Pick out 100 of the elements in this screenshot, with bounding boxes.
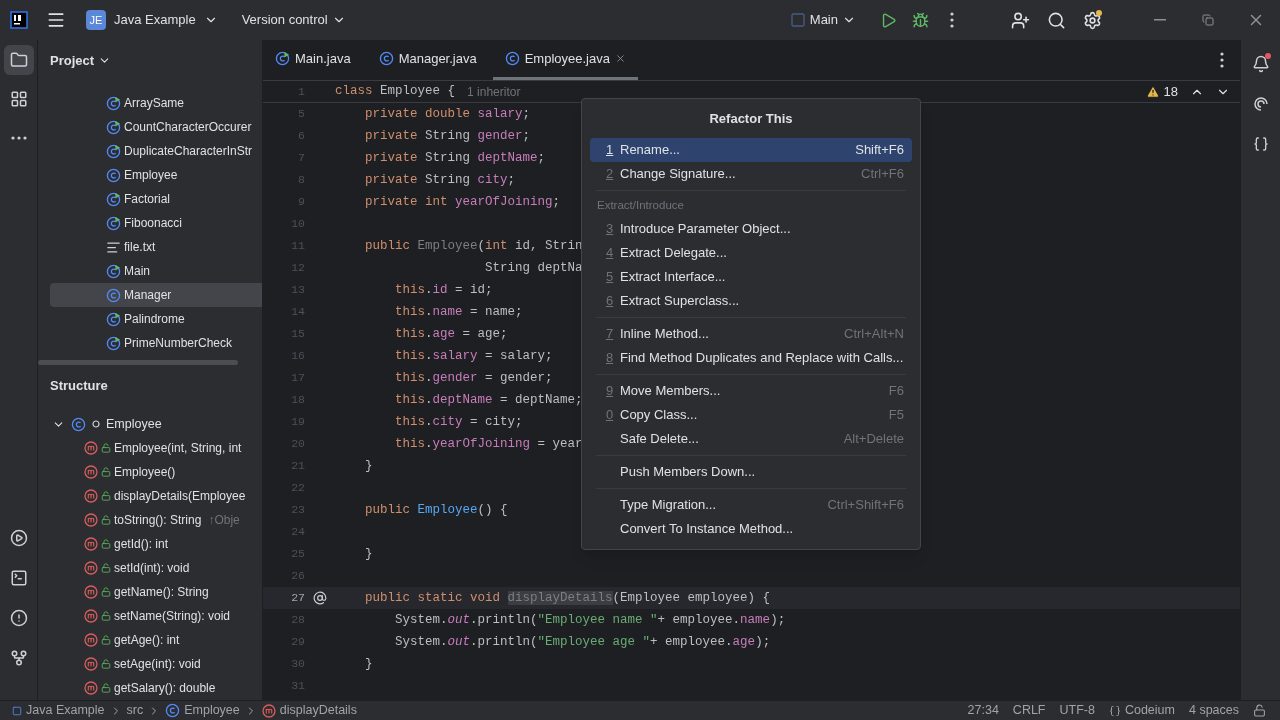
more-icon xyxy=(10,136,27,140)
bug-icon xyxy=(911,11,929,29)
lock-icon[interactable] xyxy=(1253,704,1266,717)
warning-icon[interactable] xyxy=(1145,85,1160,99)
vcs-selector[interactable]: Version control xyxy=(241,10,346,30)
popup-menu-item[interactable]: 7 Inline Method... Ctrl+Alt+N xyxy=(590,322,912,346)
popup-group-header: Extract/Introduce xyxy=(596,198,685,214)
git-icon[interactable] xyxy=(9,649,28,667)
run-icon[interactable] xyxy=(9,529,28,547)
structure-tree-item[interactable]: Employee(int, String, int xyxy=(38,436,262,460)
class-icon xyxy=(106,287,121,303)
breadcrumb[interactable]: src xyxy=(126,701,144,720)
tool-window-button[interactable] xyxy=(3,45,34,75)
code-line: System.out.println("Employee name "+ employee.name); xyxy=(394,611,786,629)
class-icon xyxy=(378,51,394,66)
horizontal-scrollbar[interactable] xyxy=(38,360,238,366)
project-tree-item[interactable]: file.txt xyxy=(50,235,262,259)
status-item[interactable]: 4 spaces xyxy=(1188,701,1239,720)
structure-tree-item[interactable]: toString(): String ↑Obje xyxy=(38,508,262,532)
popup-menu-item[interactable]: Safe Delete... Alt+Delete xyxy=(590,427,912,451)
status-item[interactable]: CRLF xyxy=(1012,701,1046,720)
structure-tree-item[interactable]: setName(String): void xyxy=(38,604,262,628)
public-icon xyxy=(101,443,111,453)
breadcrumb[interactable]: Java Example xyxy=(12,701,105,720)
module-icon xyxy=(12,705,22,716)
structure-tree-item[interactable]: setId(int): void xyxy=(38,556,262,580)
inlay-hint[interactable]: 1 inheritor xyxy=(467,82,521,101)
project-tree-item[interactable]: Main xyxy=(50,259,262,283)
vcs-label: Version control xyxy=(241,11,328,30)
popup-menu-item[interactable]: 1 Rename... Shift+F6 xyxy=(590,138,912,162)
public-icon xyxy=(101,635,111,645)
popup-menu-item[interactable]: 5 Extract Interface... xyxy=(590,265,912,289)
problems-icon[interactable] xyxy=(9,609,28,627)
editor-tab[interactable]: Main.java xyxy=(263,40,363,80)
code-line: this.id = id; xyxy=(394,281,493,299)
code-line: private double salary; xyxy=(364,105,531,123)
popup-menu-item[interactable]: 8 Find Method Duplicates and Replace with Calls... xyxy=(590,346,912,370)
status-item[interactable]: UTF-8 xyxy=(1059,701,1095,720)
method-icon xyxy=(84,633,98,647)
structure-root-item[interactable]: Employee xyxy=(38,412,262,436)
project-tree-item[interactable]: Manager xyxy=(50,283,262,307)
popup-menu-item[interactable]: Convert To Instance Method... xyxy=(590,517,912,541)
braces-icon[interactable] xyxy=(1252,136,1269,152)
public-icon xyxy=(101,611,111,621)
project-tree-item[interactable]: Palindrome xyxy=(50,307,262,331)
public-icon xyxy=(101,563,111,573)
popup-menu-item[interactable]: 2 Change Signature... Ctrl+F6 xyxy=(590,162,912,186)
popup-menu-item[interactable]: 9 Move Members... F6 xyxy=(590,379,912,403)
status-item[interactable]: 27:34 xyxy=(967,701,999,720)
project-tree-item[interactable]: Employee xyxy=(50,163,262,187)
app-logo[interactable] xyxy=(10,11,28,29)
swirl-icon[interactable] xyxy=(1251,95,1270,113)
popup-menu-item[interactable]: Push Members Down... xyxy=(590,460,912,484)
settings-icon xyxy=(1082,10,1102,30)
plugin-status[interactable]: Codeium xyxy=(1124,701,1175,720)
structure-tree-item[interactable]: getId(): int xyxy=(38,532,262,556)
editor-tab[interactable]: Employee.java xyxy=(492,40,638,80)
editor-tab[interactable]: Manager.java xyxy=(366,40,489,80)
method-icon xyxy=(84,657,98,671)
structure-tree-item[interactable]: getAge(): int xyxy=(38,628,262,652)
class-icon xyxy=(106,167,121,183)
method-icon xyxy=(84,681,98,695)
popup-menu-item[interactable]: 3 Introduce Parameter Object... xyxy=(590,217,912,241)
run-config-selector[interactable]: Main xyxy=(789,10,856,30)
structure-tree-item[interactable]: getSalary(): double xyxy=(38,676,262,700)
project-tree-item[interactable]: DuplicateCharacterInStr xyxy=(50,139,262,163)
search-icon xyxy=(1046,10,1066,30)
breadcrumb[interactable]: displayDetails xyxy=(261,701,357,720)
structure-tree-item[interactable]: Employee() xyxy=(38,460,262,484)
class-icon xyxy=(504,51,520,66)
public-icon xyxy=(101,683,111,693)
runnable-class-icon xyxy=(106,335,121,351)
project-tree-item[interactable]: Fiboonacci xyxy=(50,211,262,235)
project-panel-title[interactable]: Project xyxy=(50,50,112,71)
project-tree-item[interactable]: CountCharacterOccurer xyxy=(50,115,262,139)
override-icon[interactable] xyxy=(313,591,327,605)
project-tree-item[interactable]: ArraySame xyxy=(50,91,262,115)
project-tree-item[interactable]: PrimeNumberCheck xyxy=(50,331,262,355)
breadcrumb[interactable]: Employee xyxy=(165,701,240,720)
code-line: String deptNa xyxy=(484,259,583,277)
structure-tree-item[interactable]: getName(): String xyxy=(38,580,262,604)
warning-count[interactable]: 18 xyxy=(1163,82,1178,102)
close-tab-icon[interactable] xyxy=(615,53,626,64)
popup-menu-item[interactable]: Type Migration... Ctrl+Shift+F6 xyxy=(590,493,912,517)
code-line: class Employee { xyxy=(335,83,456,101)
method-icon xyxy=(84,513,98,527)
code-line: this.city = city; xyxy=(394,413,523,431)
terminal-icon[interactable] xyxy=(9,569,28,587)
structure-tree-item[interactable]: displayDetails(Employee xyxy=(38,484,262,508)
popup-menu-item[interactable]: 6 Extract Superclass... xyxy=(590,289,912,313)
method-icon xyxy=(84,489,98,503)
project-tree-item[interactable]: Factorial xyxy=(50,187,262,211)
popup-menu-item[interactable]: 4 Extract Delegate... xyxy=(590,241,912,265)
project-selector[interactable]: JE Java Example xyxy=(82,10,222,30)
structure-tree-item[interactable]: setAge(int): void xyxy=(38,652,262,676)
runnable-class-icon xyxy=(106,119,121,135)
popup-title: Refactor This xyxy=(708,109,794,128)
class-icon xyxy=(71,416,86,432)
public-icon xyxy=(101,515,111,525)
popup-menu-item[interactable]: 0 Copy Class... F5 xyxy=(590,403,912,427)
